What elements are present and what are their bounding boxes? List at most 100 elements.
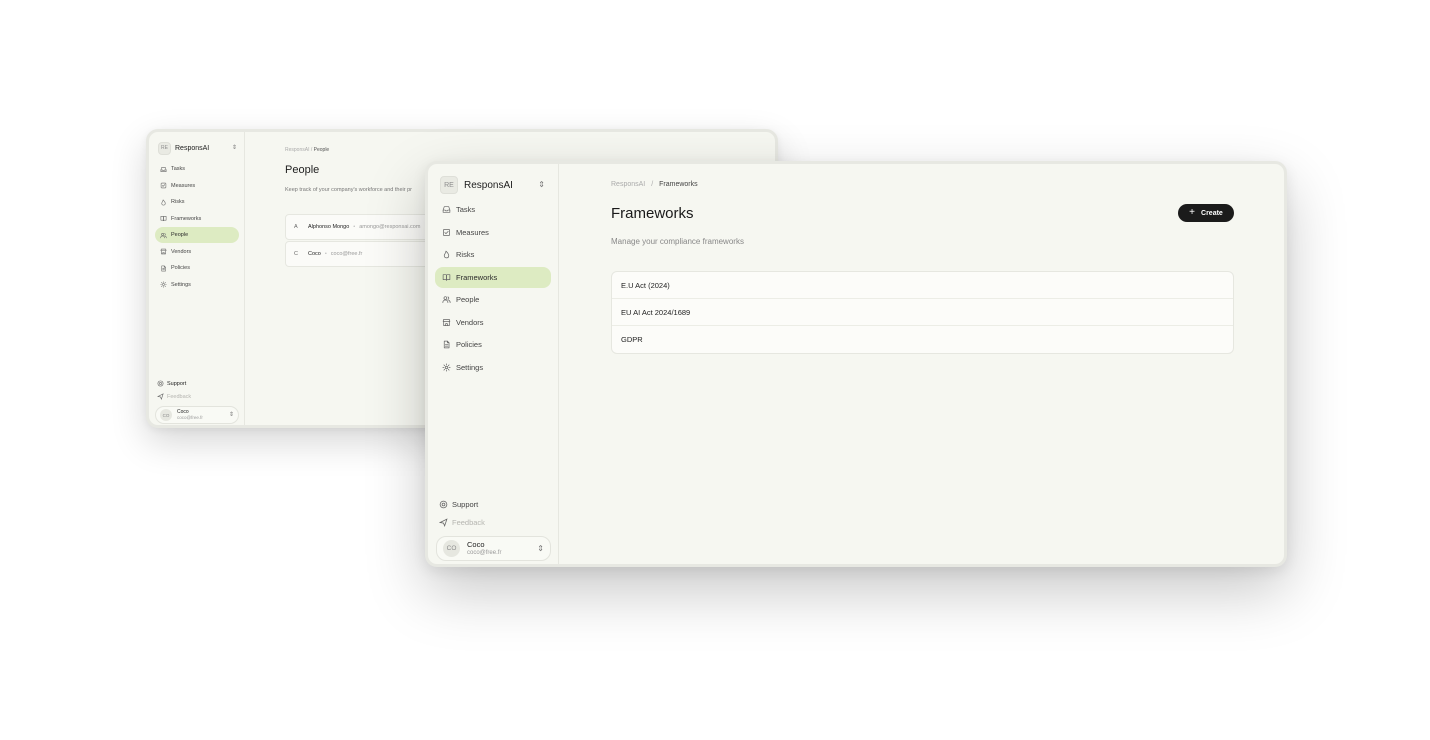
user-info: Coco coco@free.fr xyxy=(177,409,203,421)
sidebar-item-label: Measures xyxy=(456,227,489,237)
send-icon xyxy=(439,518,448,527)
sidebar-item-label: Risks xyxy=(456,250,475,259)
page-title: People xyxy=(285,164,320,176)
create-button[interactable]: + Create xyxy=(1178,204,1234,222)
chevron-up-down-icon: ⇕ xyxy=(231,145,237,151)
frameworks-list: E.U Act (2024) EU AI Act 2024/1689 GDPR xyxy=(611,271,1234,354)
person-email: amongo@responsai.com xyxy=(359,224,421,230)
flame-icon xyxy=(160,199,167,206)
avatar: CO xyxy=(160,409,172,421)
list-item[interactable]: GDPR xyxy=(612,326,1233,353)
breadcrumb-separator: / xyxy=(651,181,654,188)
sidebar-item-label: Tasks xyxy=(456,205,476,214)
user-name: Coco xyxy=(467,539,485,549)
person-name: Coco xyxy=(308,251,321,257)
feedback-link[interactable]: Feedback xyxy=(157,393,191,400)
sidebar-item-label: Frameworks xyxy=(456,272,498,282)
sidebar: RE ResponsAI ⇕ Tasks Measures Risks Framewo… xyxy=(428,164,559,564)
sidebar-item-label: Measures xyxy=(171,182,196,189)
breadcrumb: ResponsAI / Frameworks xyxy=(611,181,698,188)
support-label: Support xyxy=(452,500,479,509)
breadcrumb-current: People xyxy=(313,147,330,153)
sidebar-item-label: Settings xyxy=(456,362,484,372)
sidebar-item-settings[interactable]: Settings xyxy=(435,357,551,378)
support-label: Support xyxy=(167,380,187,387)
help-circle-icon xyxy=(157,380,164,387)
user-email: coco@free.fr xyxy=(467,549,502,556)
sidebar-item-people[interactable]: People xyxy=(435,289,551,310)
sidebar-item-measures[interactable]: Measures xyxy=(155,178,239,194)
org-name: ResponsAI xyxy=(464,179,513,191)
avatar: CO xyxy=(443,540,460,557)
support-link[interactable]: Support xyxy=(157,380,186,387)
document-icon xyxy=(442,340,451,349)
users-icon xyxy=(442,295,451,304)
sidebar-item-label: Policies xyxy=(171,265,190,271)
gear-icon xyxy=(442,362,451,372)
breadcrumb: ResponsAI / People xyxy=(285,147,329,153)
dot-separator: • xyxy=(324,251,327,257)
breadcrumb-root[interactable]: ResponsAI xyxy=(285,147,309,153)
store-icon xyxy=(442,318,451,327)
sidebar-item-policies[interactable]: Policies xyxy=(435,334,551,355)
org-badge: RE xyxy=(158,141,171,155)
create-label: Create xyxy=(1201,209,1223,217)
sidebar-item-risks[interactable]: Risks xyxy=(155,194,239,210)
document-icon xyxy=(160,265,167,272)
sidebar-item-frameworks[interactable]: Frameworks xyxy=(435,266,551,288)
breadcrumb-root[interactable]: ResponsAI xyxy=(611,181,645,188)
feedback-label: Feedback xyxy=(167,393,192,400)
chevron-up-down-icon: ⇕ xyxy=(538,180,545,189)
sidebar-nav: Tasks Measures Risks Frameworks People Vendor… xyxy=(155,161,239,293)
org-switcher[interactable]: RE ResponsAI ⇕ xyxy=(158,141,237,155)
sidebar-item-label: Risks xyxy=(171,199,185,205)
sidebar-item-label: Frameworks xyxy=(171,215,202,222)
sidebar-item-policies[interactable]: Policies xyxy=(155,260,239,276)
person-email: coco@free.fr xyxy=(330,251,363,257)
sidebar-item-measures[interactable]: Measures xyxy=(435,222,551,243)
page-title: Frameworks xyxy=(611,205,694,222)
sidebar: RE ResponsAI ⇕ Tasks Measures Risks Framewo… xyxy=(149,132,245,425)
sidebar-item-vendors[interactable]: Vendors xyxy=(155,244,239,260)
user-menu[interactable]: CO Coco coco@free.fr ⇕ xyxy=(155,406,239,424)
sidebar-item-label: Vendors xyxy=(171,248,192,255)
chevron-up-down-icon: ⇕ xyxy=(228,412,234,418)
org-switcher[interactable]: RE ResponsAI ⇕ xyxy=(440,175,545,195)
person-initial: C xyxy=(294,251,298,257)
help-circle-icon xyxy=(439,500,448,509)
sidebar-item-tasks[interactable]: Tasks xyxy=(155,161,239,177)
sidebar-item-risks[interactable]: Risks xyxy=(435,244,551,265)
support-link[interactable]: Support xyxy=(439,500,478,509)
sidebar-item-label: Tasks xyxy=(171,166,186,172)
dot-separator: • xyxy=(353,224,356,230)
person-name: Alphonso Mongo xyxy=(308,224,350,230)
sidebar-item-frameworks[interactable]: Frameworks xyxy=(155,211,239,227)
org-name: ResponsAI xyxy=(175,144,210,152)
book-icon xyxy=(160,215,167,222)
breadcrumb-separator: / xyxy=(310,147,313,153)
sidebar-item-people[interactable]: People xyxy=(155,227,239,243)
sidebar-item-label: Settings xyxy=(171,281,191,288)
inbox-icon xyxy=(442,205,451,214)
sidebar-item-label: People xyxy=(456,295,480,304)
book-icon xyxy=(442,273,451,282)
sidebar-item-vendors[interactable]: Vendors xyxy=(435,312,551,333)
list-item[interactable]: EU AI Act 2024/1689 xyxy=(612,299,1233,326)
sidebar-item-settings[interactable]: Settings xyxy=(155,277,239,293)
list-item[interactable]: E.U Act (2024) xyxy=(612,272,1233,299)
frameworks-window: RE ResponsAI ⇕ Tasks Measures Risks Framewo… xyxy=(425,161,1287,567)
plus-icon: + xyxy=(1189,207,1196,218)
chevron-up-down-icon: ⇕ xyxy=(537,543,544,553)
breadcrumb-current: Frameworks xyxy=(659,181,698,188)
user-menu[interactable]: CO Coco coco@free.fr ⇕ xyxy=(436,536,551,561)
page-subtitle: Manage your compliance frameworks xyxy=(611,237,744,246)
send-icon xyxy=(157,393,164,400)
feedback-link[interactable]: Feedback xyxy=(439,518,485,527)
page-subtitle: Keep track of your company's workforce a… xyxy=(285,187,412,193)
sidebar-item-label: Vendors xyxy=(456,317,484,327)
org-badge: RE xyxy=(440,176,458,194)
inbox-icon xyxy=(160,166,167,173)
flame-icon xyxy=(442,250,451,259)
sidebar-item-tasks[interactable]: Tasks xyxy=(435,199,551,220)
sidebar-nav: Tasks Measures Risks Frameworks People Vendor… xyxy=(435,199,551,379)
